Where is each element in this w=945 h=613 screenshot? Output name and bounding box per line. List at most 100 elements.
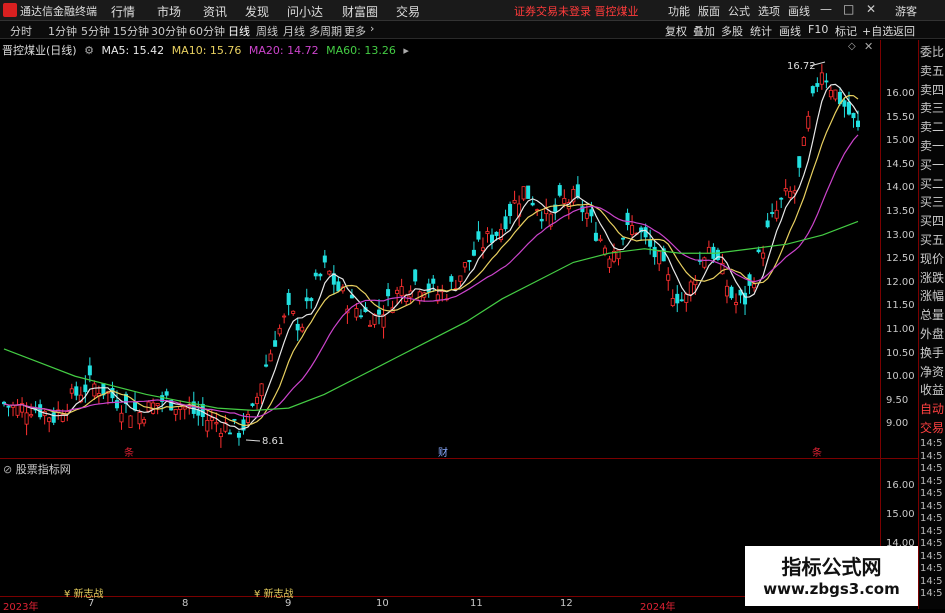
- candle-body: [467, 260, 472, 263]
- y-tick: 11.00: [886, 324, 915, 335]
- adjust-button[interactable]: 复权: [665, 23, 687, 39]
- candle-body: [395, 289, 400, 294]
- candle-body: [182, 406, 187, 410]
- candle-body: [539, 218, 544, 222]
- event-marker[interactable]: 财: [438, 444, 448, 459]
- candle-body: [684, 293, 689, 303]
- period-30min[interactable]: 30分钟: [151, 23, 187, 39]
- candle-body: [521, 186, 526, 200]
- add-watchlist-button[interactable]: +自选: [862, 23, 893, 39]
- menu-market-quotes[interactable]: 行情: [111, 3, 135, 20]
- period-5min[interactable]: 5分钟: [81, 23, 110, 39]
- candle-body: [833, 89, 838, 100]
- candle-body: [648, 239, 653, 247]
- candle-body: [729, 286, 734, 299]
- candle-body: [670, 298, 675, 307]
- candle-body: [313, 272, 318, 277]
- mark-button[interactable]: 标记: [835, 23, 857, 39]
- period-daily[interactable]: 日线: [228, 23, 250, 39]
- candle-body: [819, 72, 824, 85]
- candle-body: [526, 185, 531, 199]
- quote-label: 委比: [920, 45, 945, 59]
- period-60min[interactable]: 60分钟: [189, 23, 225, 39]
- indicator-settings-icon[interactable]: ⊘: [3, 463, 16, 476]
- indicator-title[interactable]: ⊘ 股票指标网: [3, 461, 71, 477]
- candle-body: [146, 401, 151, 412]
- candle-body: [399, 286, 404, 296]
- menu-trade[interactable]: 交易: [396, 3, 420, 20]
- more-chevron-icon[interactable]: ›: [370, 22, 374, 35]
- quote-label: 涨跌: [920, 270, 945, 285]
- candle-body: [562, 197, 567, 204]
- event-marker[interactable]: 条: [812, 444, 822, 459]
- multi-stock-button[interactable]: 多股: [721, 23, 743, 39]
- candle-body: [200, 403, 205, 417]
- event-marker[interactable]: 条: [124, 444, 134, 459]
- candle-body: [336, 281, 341, 292]
- menu-draw[interactable]: 画线: [788, 3, 810, 19]
- close-icon[interactable]: ✕: [866, 2, 876, 16]
- period-intraday[interactable]: 分时: [10, 23, 32, 39]
- quote-label: 买四: [920, 214, 945, 229]
- menu-formula[interactable]: 公式: [728, 3, 750, 19]
- period-15min[interactable]: 15分钟: [113, 23, 149, 39]
- candle-body: [607, 258, 612, 268]
- candle-body: [318, 273, 323, 277]
- period-1min[interactable]: 1分钟: [48, 23, 77, 39]
- quote-label: 收益: [920, 383, 945, 398]
- candle-body: [688, 281, 693, 295]
- candlestick-chart[interactable]: 16.72 8.61: [0, 56, 880, 456]
- diamond-icon[interactable]: ◇: [848, 41, 856, 52]
- f10-button[interactable]: F10: [808, 23, 828, 36]
- menu-news[interactable]: 资讯: [203, 3, 227, 20]
- menu-market[interactable]: 市场: [157, 3, 181, 20]
- tick-time: 14:5: [920, 525, 943, 537]
- back-button[interactable]: 返回: [893, 23, 915, 39]
- candle-body: [752, 283, 757, 289]
- candle-body: [575, 184, 580, 198]
- candle-body: [250, 403, 255, 406]
- candle-body: [679, 299, 684, 302]
- candle-body: [227, 432, 232, 435]
- chart-close-icon[interactable]: ✕: [864, 40, 873, 53]
- period-monthly[interactable]: 月线: [283, 23, 305, 39]
- period-more[interactable]: 更多: [344, 23, 366, 39]
- candle-body: [797, 156, 802, 168]
- candle-body: [761, 252, 766, 259]
- candle-body: [358, 315, 363, 318]
- candle-body: [824, 80, 829, 83]
- candle-body: [291, 310, 296, 314]
- draw-line-button[interactable]: 画线: [779, 23, 801, 39]
- candle-body: [621, 237, 626, 240]
- candle-body: [602, 247, 607, 255]
- minimize-icon[interactable]: —: [820, 2, 832, 16]
- quote-label: 交易: [920, 421, 945, 435]
- candle-body: [788, 190, 793, 198]
- panel-divider[interactable]: [0, 458, 918, 459]
- maximize-icon[interactable]: □: [843, 2, 854, 16]
- overlay-button[interactable]: 叠加: [693, 23, 715, 39]
- candle-body: [476, 231, 481, 240]
- sub-y-tick: 15.00: [886, 509, 915, 520]
- period-weekly[interactable]: 周线: [256, 23, 278, 39]
- y-tick: 15.00: [886, 135, 915, 147]
- candle-body: [74, 386, 79, 396]
- menu-wealth[interactable]: 财富圈: [342, 3, 378, 20]
- watermark-url: www.zbgs3.com: [763, 580, 900, 598]
- quote-label: 买二: [920, 176, 945, 191]
- app-logo: [3, 3, 17, 17]
- menu-function[interactable]: 功能: [668, 3, 690, 19]
- candle-body: [83, 384, 88, 393]
- statistics-button[interactable]: 统计: [750, 23, 772, 39]
- menu-discover[interactable]: 发现: [245, 3, 269, 20]
- menu-options[interactable]: 选项: [758, 3, 780, 19]
- guest-user[interactable]: 游客: [895, 3, 917, 19]
- period-multi[interactable]: 多周期: [309, 23, 342, 39]
- candle-body: [706, 246, 711, 254]
- menu-ask[interactable]: 问小达: [287, 3, 323, 20]
- candle-body: [47, 417, 52, 423]
- login-alert[interactable]: 证券交易未登录 晋控煤业: [514, 3, 639, 19]
- tick-time: 14:5: [920, 463, 943, 474]
- y-tick: 12.00: [886, 276, 915, 288]
- menu-layout[interactable]: 版面: [698, 3, 720, 19]
